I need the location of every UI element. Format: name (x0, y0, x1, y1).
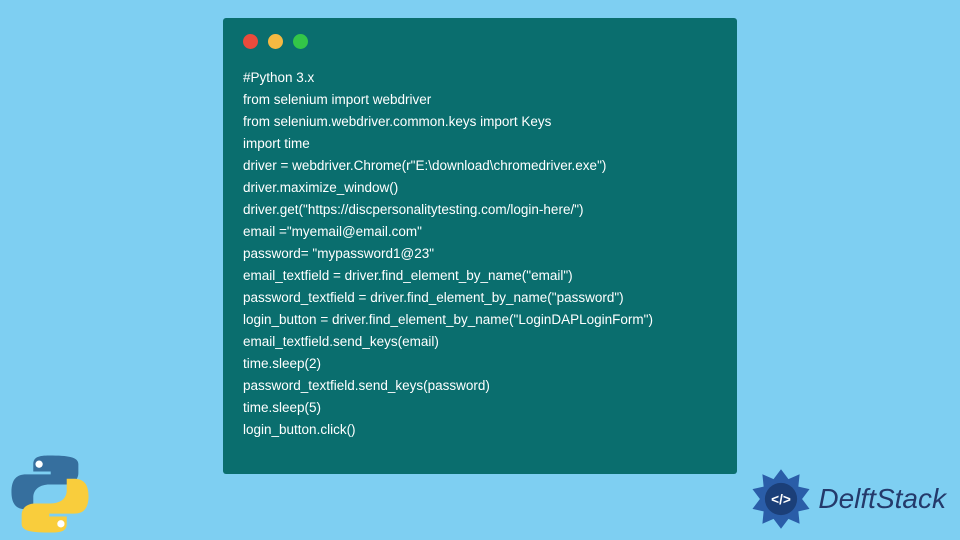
brand-text: DelftStack (818, 483, 946, 515)
python-logo-icon (10, 454, 90, 534)
window-dots (243, 34, 717, 49)
minimize-icon (268, 34, 283, 49)
close-icon (243, 34, 258, 49)
svg-text:</>: </> (772, 492, 792, 507)
brand-badge-icon: </> (750, 468, 812, 530)
maximize-icon (293, 34, 308, 49)
brand: </> DelftStack (750, 468, 946, 530)
code-window: #Python 3.x from selenium import webdriv… (223, 18, 737, 474)
code-block: #Python 3.x from selenium import webdriv… (243, 67, 717, 441)
